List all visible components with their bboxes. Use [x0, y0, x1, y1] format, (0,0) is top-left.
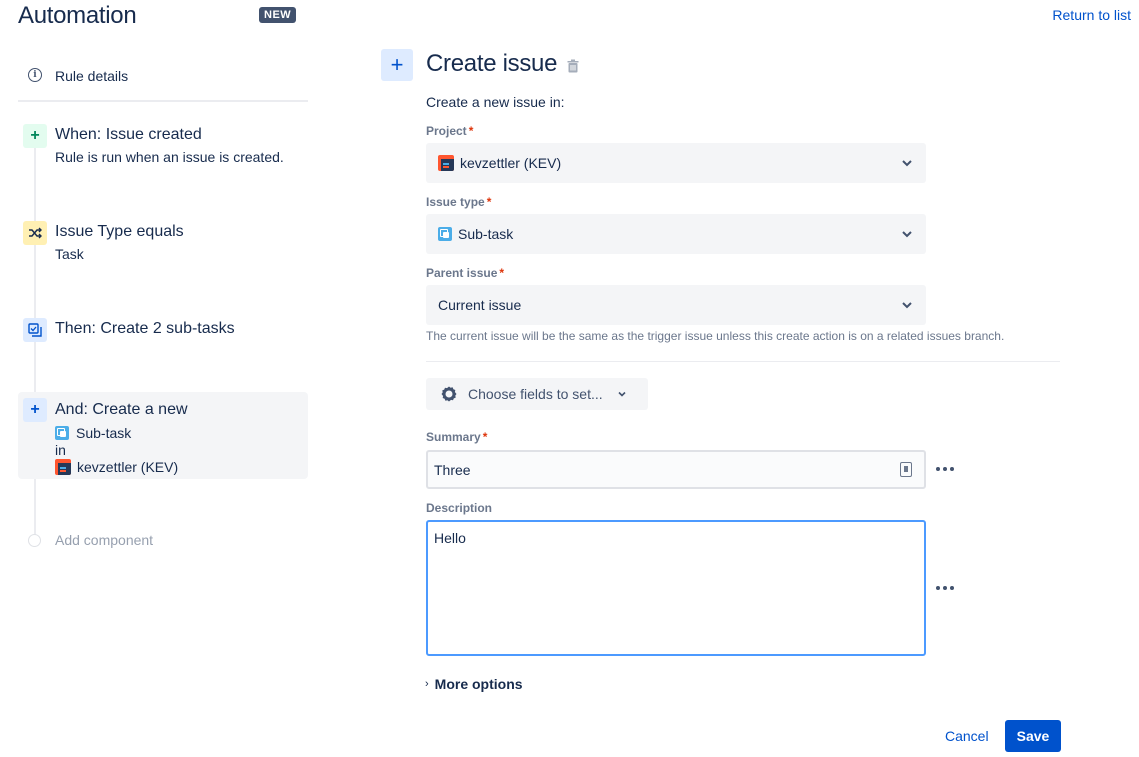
save-button[interactable]: Save: [1005, 720, 1061, 752]
divider: [426, 361, 1060, 362]
plus-icon: +: [23, 398, 47, 422]
chevron-down-icon: [902, 302, 912, 309]
required-marker: *: [482, 430, 488, 444]
issue-type-value: Sub-task: [458, 226, 514, 242]
cancel-button[interactable]: Cancel: [936, 720, 998, 752]
step-action-subtasks[interactable]: Then: Create 2 sub-tasks: [18, 318, 308, 348]
project-label: Project *: [426, 124, 473, 138]
subtasks-icon: [23, 318, 47, 342]
dot: [936, 467, 940, 471]
label-text: Issue type: [426, 195, 485, 209]
required-marker: *: [486, 195, 492, 209]
chevron-down-icon: [902, 231, 912, 238]
rule-details-label: Rule details: [55, 68, 129, 84]
step-subtitle: Rule is run when an issue is created.: [55, 149, 284, 165]
step-subtitle: Task: [55, 246, 84, 262]
step-trigger[interactable]: + When: Issue created Rule is run when a…: [18, 124, 308, 174]
required-marker: *: [499, 266, 505, 280]
dot: [950, 467, 954, 471]
gear-icon: [441, 386, 457, 402]
label-text: Summary: [426, 430, 481, 444]
summary-input[interactable]: Three: [426, 450, 926, 489]
summary-more-button[interactable]: [936, 467, 954, 471]
new-badge: NEW: [259, 7, 297, 23]
parent-issue-label: Parent issue *: [426, 266, 504, 280]
more-options-label: More options: [434, 676, 523, 692]
step-issue-type: Sub-task: [55, 424, 178, 441]
summary-label: Summary *: [426, 430, 487, 444]
choose-fields-label: Choose fields to set...: [468, 386, 603, 402]
subtask-icon: [438, 227, 452, 241]
trash-icon[interactable]: [567, 59, 579, 73]
required-marker: *: [468, 124, 474, 138]
issue-type-label: Issue type *: [426, 195, 491, 209]
label-text: Description: [426, 501, 493, 515]
step-title: When: Issue created: [55, 126, 202, 143]
project-text: kevzettler (KEV): [77, 458, 179, 475]
choose-fields-button[interactable]: Choose fields to set...: [426, 378, 648, 410]
plus-icon: +: [23, 124, 47, 148]
parent-issue-help: The current issue will be the same as th…: [426, 329, 1005, 343]
project-icon: [438, 155, 454, 171]
intro-text: Create a new issue in:: [426, 94, 565, 110]
parent-issue-select[interactable]: Current issue: [426, 285, 926, 325]
add-component-label: Add component: [55, 532, 154, 548]
step-title: Issue Type equals: [55, 223, 184, 240]
issue-type-select[interactable]: Sub-task: [426, 214, 926, 254]
project-icon: [55, 458, 71, 475]
add-component-button[interactable]: Add component: [28, 532, 153, 548]
chevron-down-icon: [618, 391, 626, 397]
step-action-create-issue[interactable]: + And: Create a new Sub-task in kevzettl…: [18, 392, 308, 479]
chevron-right-icon: ›: [425, 678, 429, 690]
step-project: kevzettler (KEV): [55, 458, 178, 475]
chevron-down-icon: [902, 160, 912, 167]
step-title: Then: Create 2 sub-tasks: [55, 320, 235, 337]
dot: [950, 586, 954, 590]
rule-details-item[interactable]: i Rule details: [18, 62, 308, 102]
description-label: Description: [426, 501, 492, 515]
return-to-list-link[interactable]: Return to list: [1052, 7, 1131, 23]
smart-value-icon[interactable]: [900, 462, 912, 477]
page-title: Create issue: [426, 50, 558, 77]
plus-icon: +: [381, 49, 413, 81]
description-textarea[interactable]: Hello: [426, 520, 926, 656]
step-condition[interactable]: Issue Type equals Task: [18, 221, 308, 271]
summary-value: Three: [434, 461, 471, 478]
subtask-icon: [55, 425, 69, 440]
dot: [936, 586, 940, 590]
step-connector: in: [55, 441, 66, 458]
circle-icon: [28, 533, 41, 547]
label-text: Project: [426, 124, 467, 138]
parent-issue-value: Current issue: [438, 297, 522, 313]
info-icon: i: [28, 68, 42, 82]
app-title: Automation: [18, 2, 137, 29]
description-more-button[interactable]: [936, 586, 954, 590]
step-title: And: Create a new: [55, 401, 188, 418]
dot: [943, 467, 947, 471]
description-value: Hello: [434, 530, 466, 546]
dot: [943, 586, 947, 590]
shuffle-icon: [23, 221, 47, 245]
more-options-toggle[interactable]: › More options: [425, 676, 523, 692]
project-select[interactable]: kevzettler (KEV): [426, 143, 926, 183]
issue-type-text: Sub-task: [76, 424, 132, 441]
label-text: Parent issue: [426, 266, 498, 280]
project-value: kevzettler (KEV): [460, 155, 562, 171]
